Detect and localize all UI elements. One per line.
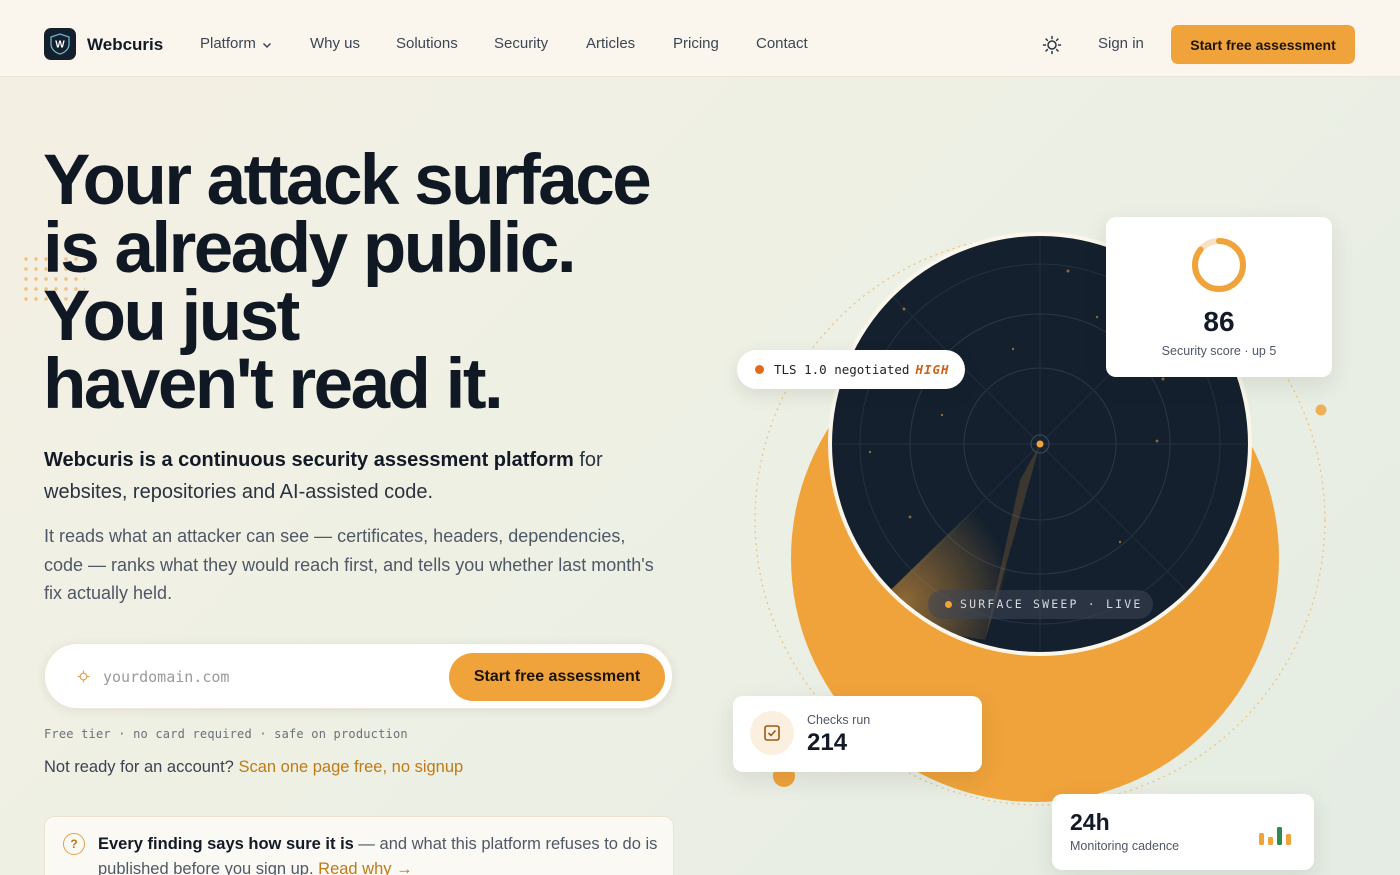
cadence-value: 24h xyxy=(1070,809,1110,835)
target-icon xyxy=(77,670,90,688)
cadence-label: Monitoring cadence xyxy=(1070,839,1180,853)
security-score-card: 86 Security score · up 5 xyxy=(1106,217,1332,377)
domain-input[interactable] xyxy=(103,662,433,692)
hero-subtext: It reads what an attacker can see — cert… xyxy=(44,526,654,603)
nav-platform-label: Platform xyxy=(200,35,256,52)
score-ring xyxy=(1192,238,1246,292)
nav-security[interactable]: Security xyxy=(494,35,548,52)
not-ready-label: Not ready for an account? xyxy=(44,758,239,776)
scan-free-link[interactable]: Scan one page free, no signup xyxy=(238,758,463,776)
nav-contact[interactable]: Contact xyxy=(756,35,808,52)
severity-badge: HIGH xyxy=(915,362,950,377)
nav-start-assessment-button[interactable]: Start free assessment xyxy=(1171,25,1355,64)
monitoring-cadence-card: 24h Monitoring cadence xyxy=(1052,794,1314,870)
not-ready-text: Not ready for an account? Scan one page … xyxy=(44,758,463,777)
score-value: 86 xyxy=(1203,306,1235,337)
nav-why-us[interactable]: Why us xyxy=(310,35,360,52)
headline-line: You just xyxy=(43,277,300,356)
checks-label: Checks run xyxy=(807,713,871,727)
sweep-label: SURFACE SWEEP · LIVE xyxy=(960,597,1143,611)
nav-pricing[interactable]: Pricing xyxy=(673,35,719,52)
orbit-dot xyxy=(1315,404,1327,416)
domain-form: Start free assessment xyxy=(44,643,673,709)
radar-center-dot xyxy=(1036,440,1044,448)
bar-chart-icon xyxy=(1259,827,1291,845)
nav-solutions[interactable]: Solutions xyxy=(396,35,458,52)
headline-line: Your attack surface xyxy=(43,141,652,220)
question-icon: ? xyxy=(63,833,85,855)
severity-dot xyxy=(755,365,764,374)
hero-start-assessment-button[interactable]: Start free assessment xyxy=(449,653,665,701)
live-dot xyxy=(945,601,952,608)
hero-lead: Webcuris is a continuous security assess… xyxy=(44,444,664,508)
top-nav: W Webcuris Platform Why us Solutions Sec… xyxy=(0,0,1400,77)
sign-in-link[interactable]: Sign in xyxy=(1098,35,1144,52)
read-why-link[interactable]: Read why → xyxy=(318,860,412,875)
headline-line: haven't read it. xyxy=(43,345,504,424)
notice-text: Every finding says how sure it is — and … xyxy=(98,832,658,875)
score-label: Security score · up 5 xyxy=(1161,344,1277,358)
logo-icon[interactable]: W xyxy=(44,28,76,60)
notice-bold: Every finding says how sure it is xyxy=(98,835,354,853)
fineprint: Free tier · no card required · safe on p… xyxy=(44,727,408,741)
sweep-status-pill: SURFACE SWEEP · LIVE xyxy=(928,590,1153,619)
lead-bold: Webcuris is a continuous security assess… xyxy=(44,449,574,471)
finding-pill[interactable]: TLS 1.0 negotiated HIGH xyxy=(737,350,965,389)
chevron-down-icon xyxy=(262,36,272,53)
checks-value: 214 xyxy=(807,729,848,756)
brand-name[interactable]: Webcuris xyxy=(87,35,163,55)
nav-articles[interactable]: Articles xyxy=(586,35,635,52)
sun-icon[interactable] xyxy=(1040,33,1064,57)
finding-label: TLS 1.0 negotiated xyxy=(774,362,910,377)
headline-line: is already public. xyxy=(43,209,577,288)
checks-run-card: Checks run 214 xyxy=(733,696,982,772)
checkbox-icon xyxy=(750,711,794,755)
confidence-notice: ? Every finding says how sure it is — an… xyxy=(44,816,674,875)
finding-text: TLS 1.0 negotiated HIGH xyxy=(774,362,950,377)
hero-headline: Your attack surface is already public. Y… xyxy=(43,141,743,424)
nav-platform[interactable]: Platform xyxy=(200,35,272,53)
svg-text:W: W xyxy=(55,40,65,51)
